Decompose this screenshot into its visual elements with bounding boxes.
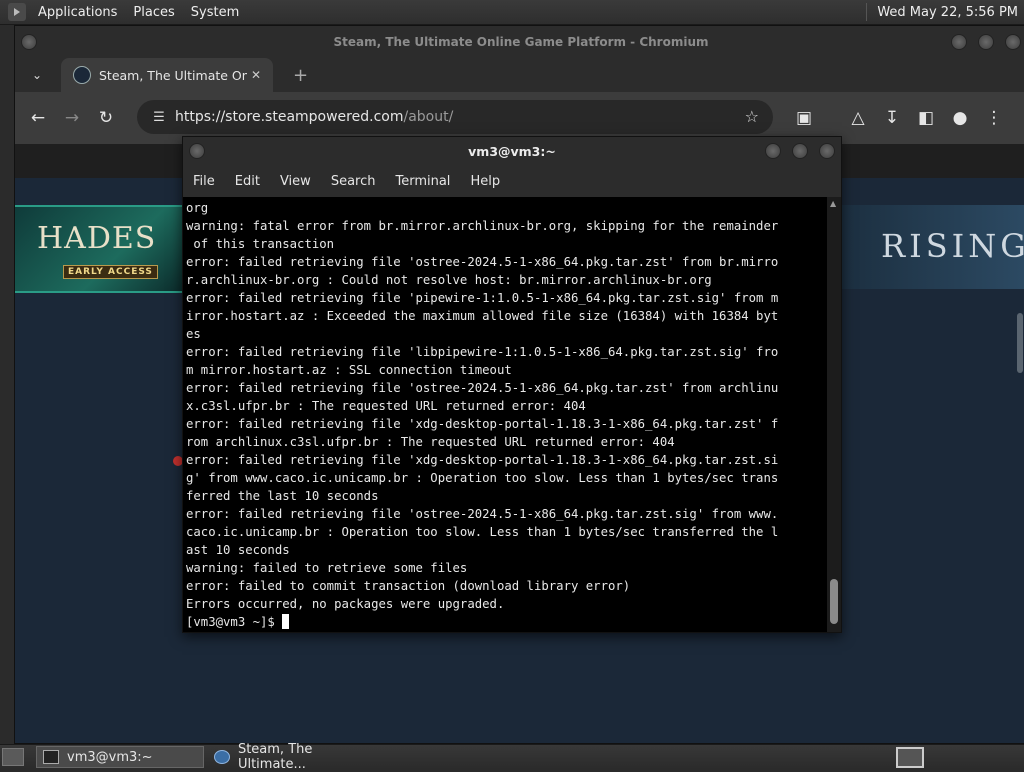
terminal-close-button[interactable] bbox=[819, 143, 835, 159]
profile-icon[interactable]: ● bbox=[943, 108, 977, 128]
terminal-cursor bbox=[282, 614, 290, 629]
rising-banner-title: RISING bbox=[881, 227, 1024, 265]
terminal-output-area[interactable]: org warning: fatal error from br.mirror.… bbox=[183, 197, 827, 632]
terminal-titlebar[interactable]: vm3@vm3:~ bbox=[183, 137, 841, 166]
labs-icon[interactable]: △ bbox=[841, 108, 875, 128]
terminal-prompt: [vm3@vm3 ~]$ bbox=[186, 615, 283, 629]
menu-edit[interactable]: Edit bbox=[225, 174, 270, 189]
terminal-line: error: failed to commit transaction (dow… bbox=[186, 579, 631, 593]
bottom-panel: vm3@vm3:~ Steam, The Ultimate... bbox=[0, 742, 1024, 772]
terminal-scrollbar[interactable]: ▲ bbox=[827, 197, 841, 632]
chromium-window-title: Steam, The Ultimate Online Game Platform… bbox=[333, 35, 709, 49]
address-bar[interactable]: ☰ https://store.steampowered.com/about/ … bbox=[137, 100, 773, 134]
hades-banner[interactable]: HADES EARLY ACCESS bbox=[15, 205, 183, 293]
tab-steam[interactable]: Steam, The Ultimate Online ✕ bbox=[61, 58, 273, 92]
terminal-line: ferred the last 10 seconds bbox=[186, 489, 379, 503]
terminal-line: ast 10 seconds bbox=[186, 543, 290, 557]
clock[interactable]: Wed May 22, 5:56 PM bbox=[877, 5, 1024, 20]
terminal-line: org bbox=[186, 201, 209, 215]
menu-terminal[interactable]: Terminal bbox=[385, 174, 460, 189]
terminal-line: r.archlinux-br.org : Could not resolve h… bbox=[186, 273, 712, 287]
menu-places[interactable]: Places bbox=[125, 5, 182, 20]
terminal-line: es bbox=[186, 327, 201, 341]
menu-help[interactable]: Help bbox=[460, 174, 510, 189]
taskbar-item-terminal[interactable]: vm3@vm3:~ bbox=[36, 746, 204, 768]
terminal-line: error: failed retrieving file 'libpipewi… bbox=[186, 345, 779, 359]
terminal-window: vm3@vm3:~ File Edit View Search Terminal… bbox=[182, 136, 842, 633]
hades-banner-title: HADES bbox=[37, 221, 157, 256]
terminal-line: of this transaction bbox=[186, 237, 335, 251]
url-host: https://store.steampowered.com bbox=[175, 109, 404, 125]
terminal-window-menu-button[interactable] bbox=[189, 143, 205, 159]
star-icon[interactable]: ☆ bbox=[745, 107, 759, 126]
panel-separator bbox=[866, 3, 868, 21]
terminal-maximize-button[interactable] bbox=[792, 143, 808, 159]
terminal-line: warning: failed to retrieve some files bbox=[186, 561, 468, 575]
gnome-foot-icon[interactable] bbox=[8, 3, 26, 21]
chevron-down-icon[interactable]: ⌄ bbox=[27, 68, 47, 82]
terminal-line: Errors occurred, no packages were upgrad… bbox=[186, 597, 505, 611]
tab-title: Steam, The Ultimate Online bbox=[99, 67, 247, 83]
forward-icon[interactable]: → bbox=[55, 108, 89, 128]
plus-icon[interactable]: + bbox=[293, 65, 308, 86]
reload-icon[interactable]: ↻ bbox=[89, 108, 123, 128]
terminal-title: vm3@vm3:~ bbox=[468, 144, 556, 159]
taskbar-label: vm3@vm3:~ bbox=[67, 749, 153, 765]
scroll-up-icon[interactable]: ▲ bbox=[830, 199, 836, 208]
menu-search[interactable]: Search bbox=[321, 174, 386, 189]
terminal-line: error: failed retrieving file 'ostree-20… bbox=[186, 255, 779, 269]
page-scrollbar[interactable] bbox=[1017, 313, 1023, 373]
tab-strip: ⌄ Steam, The Ultimate Online ✕ + bbox=[15, 58, 1024, 92]
minimize-button[interactable] bbox=[951, 34, 967, 50]
terminal-line: rom archlinux.c3sl.ufpr.br : The request… bbox=[186, 435, 675, 449]
workspace-switcher[interactable] bbox=[896, 747, 924, 768]
menu-system[interactable]: System bbox=[183, 5, 247, 20]
terminal-line: x.c3sl.ufpr.br : The requested URL retur… bbox=[186, 399, 586, 413]
menu-view[interactable]: View bbox=[270, 174, 321, 189]
menu-applications[interactable]: Applications bbox=[30, 5, 125, 20]
terminal-line: error: failed retrieving file 'xdg-deskt… bbox=[186, 417, 779, 431]
terminal-line: error: failed retrieving file 'ostree-20… bbox=[186, 381, 779, 395]
url-path: /about/ bbox=[403, 109, 454, 125]
menu-file[interactable]: File bbox=[183, 174, 225, 189]
back-icon[interactable]: ← bbox=[21, 108, 55, 128]
top-panel: Applications Places System Wed May 22, 5… bbox=[0, 0, 1024, 25]
terminal-line: m mirror.hostart.az : SSL connection tim… bbox=[186, 363, 512, 377]
rising-banner[interactable]: RISING bbox=[841, 205, 1024, 289]
maximize-button[interactable] bbox=[978, 34, 994, 50]
hades-banner-subtitle: EARLY ACCESS bbox=[63, 265, 158, 279]
terminal-output: org warning: fatal error from br.mirror.… bbox=[183, 197, 827, 631]
show-desktop-button[interactable] bbox=[2, 748, 24, 766]
terminal-menubar: File Edit View Search Terminal Help bbox=[183, 166, 841, 197]
more-vert-icon[interactable]: ⋮ bbox=[977, 108, 1011, 128]
terminal-line: caco.ic.unicamp.br : Operation too slow.… bbox=[186, 525, 779, 539]
window-menu-button[interactable] bbox=[21, 34, 37, 50]
terminal-line: error: failed retrieving file 'pipewire-… bbox=[186, 291, 779, 305]
extensions-icon[interactable]: ▣ bbox=[787, 108, 821, 128]
terminal-line: irror.hostart.az : Exceeded the maximum … bbox=[186, 309, 779, 323]
steam-favicon-icon bbox=[73, 66, 91, 84]
tune-icon[interactable]: ☰ bbox=[143, 110, 175, 125]
chromium-icon bbox=[214, 750, 230, 764]
terminal-minimize-button[interactable] bbox=[765, 143, 781, 159]
chromium-titlebar[interactable]: Steam, The Ultimate Online Game Platform… bbox=[15, 26, 1024, 58]
side-panel-icon[interactable]: ◧ bbox=[909, 108, 943, 128]
terminal-line: warning: fatal error from br.mirror.arch… bbox=[186, 219, 779, 233]
taskbar-item-chromium[interactable]: Steam, The Ultimate... bbox=[208, 742, 390, 772]
terminal-scroll-thumb[interactable] bbox=[830, 579, 838, 624]
terminal-icon bbox=[43, 750, 59, 764]
download-icon[interactable]: ↧ bbox=[875, 108, 909, 128]
terminal-line: error: failed retrieving file 'ostree-20… bbox=[186, 507, 779, 521]
terminal-line: g' from www.caco.ic.unicamp.br : Operati… bbox=[186, 471, 779, 485]
terminal-line: error: failed retrieving file 'xdg-deskt… bbox=[186, 453, 779, 467]
close-window-button[interactable] bbox=[1005, 34, 1021, 50]
close-icon[interactable]: ✕ bbox=[247, 68, 265, 82]
